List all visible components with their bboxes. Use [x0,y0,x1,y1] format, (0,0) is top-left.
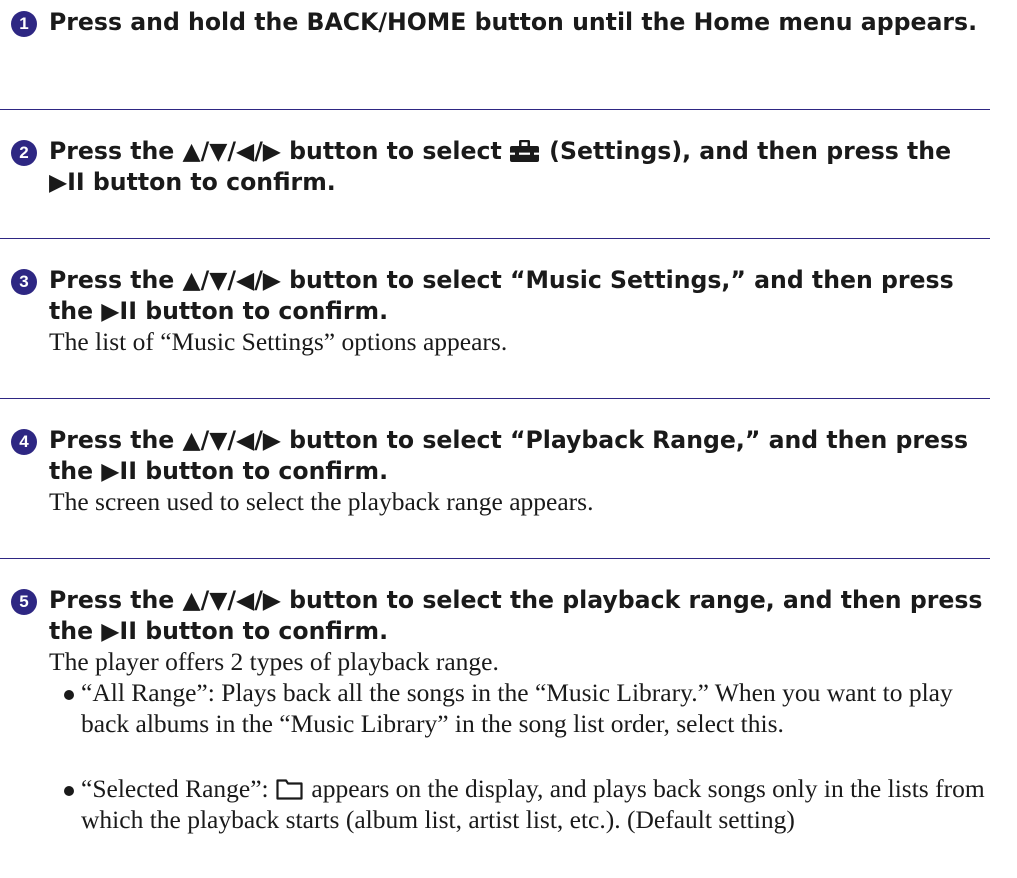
step-divider [0,558,990,559]
step-heading: Press the ▲/▼/◀/▶ button to select the p… [49,586,983,645]
step-heading: Press and hold the BACK/HOME button unti… [49,8,978,36]
step-divider [0,238,990,239]
bullet-text: “All Range”: Plays back all the songs in… [81,678,953,738]
step-number-badge: 1 [11,11,37,37]
step-divider [0,109,990,110]
bullet-point [64,690,74,700]
step-heading: Press the ▲/▼/◀/▶ button to select (Sett… [49,136,989,198]
step-description: The screen used to select the playback r… [49,487,594,516]
step-number-badge: 5 [11,589,37,615]
bullet-point [64,786,74,796]
settings-toolbox-icon [509,140,539,162]
folder-icon [276,779,303,800]
step-heading: Press the ▲/▼/◀/▶ button to select “Musi… [49,266,954,325]
step-heading: Press the ▲/▼/◀/▶ button to select “Play… [49,426,969,485]
step-number-badge: 4 [11,429,37,455]
step-heading-text: Press the ▲/▼/◀/▶ button to select [49,137,502,165]
bullet-text: “Selected Range”: appears on the display… [81,773,991,835]
step-number-badge: 3 [11,269,37,295]
instruction-page: 1 Press and hold the BACK/HOME button un… [0,0,1017,878]
step-divider [0,398,990,399]
step-description: The player offers 2 types of playback ra… [49,647,499,676]
step-number-badge: 2 [11,140,37,166]
step-description: The list of “Music Settings” options app… [49,327,508,356]
bullet-text-part: “Selected Range”: [81,774,269,803]
